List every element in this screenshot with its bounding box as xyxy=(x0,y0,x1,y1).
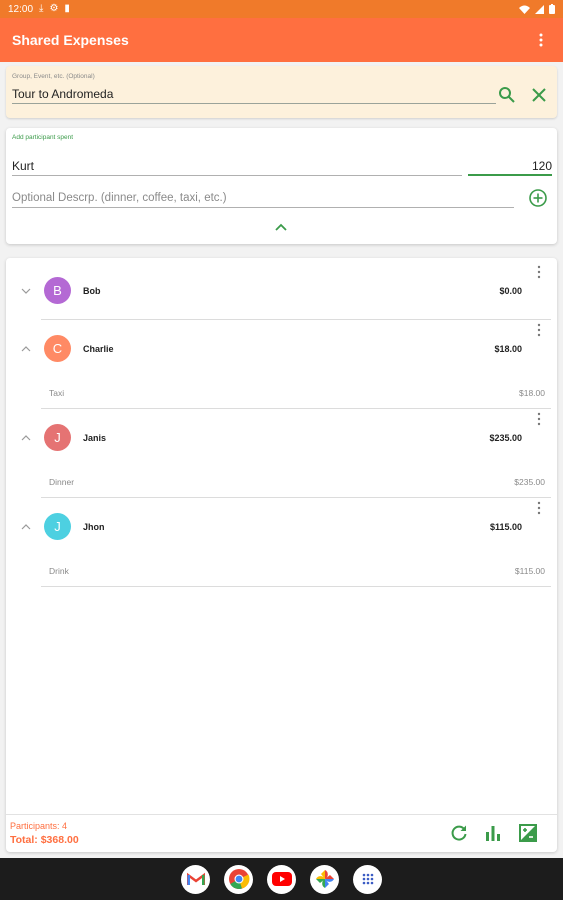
participant-amount: $235.00 xyxy=(489,433,522,443)
gmail-icon[interactable] xyxy=(181,864,210,894)
add-circle-icon[interactable] xyxy=(528,188,548,208)
photos-icon[interactable] xyxy=(310,864,339,894)
avatar: C xyxy=(44,335,71,362)
battery-icon xyxy=(549,4,555,14)
avatar: J xyxy=(44,513,71,540)
close-icon[interactable] xyxy=(530,86,548,104)
amount-input[interactable]: 120 xyxy=(468,156,552,176)
expense-amount: $18.00 xyxy=(519,388,545,398)
participants-count: Participants: 4 xyxy=(10,821,68,831)
participant-amount: $115.00 xyxy=(489,522,522,532)
chevron-up-icon[interactable] xyxy=(20,433,32,443)
expense-amount: $115.00 xyxy=(514,566,545,576)
add-participant-label: Add participant spent xyxy=(12,134,74,141)
participants-list: B Bob $0.00 C Charlie $18.00 Taxi $18.00… xyxy=(6,258,557,852)
participant-name: Janis xyxy=(83,433,107,443)
expense-label: Dinner xyxy=(49,477,75,487)
app-drawer-icon[interactable] xyxy=(353,864,382,894)
chevron-down-icon[interactable] xyxy=(20,286,32,296)
participant-name: Bob xyxy=(83,286,101,296)
more-vert-icon[interactable] xyxy=(531,28,551,52)
image-aspect-icon[interactable] xyxy=(518,823,538,843)
participant-amount: $18.00 xyxy=(494,344,522,354)
participant-row[interactable]: J Janis $235.00 Dinner $235.00 xyxy=(6,409,557,498)
add-participant-card: Add participant spent Kurt 120 Optional … xyxy=(6,128,557,244)
expense-label: Taxi xyxy=(49,388,65,398)
status-bar: 12:00 ⤓ ⚙ ▮ xyxy=(0,0,563,18)
wifi-icon xyxy=(519,5,530,14)
chrome-icon[interactable] xyxy=(224,864,253,894)
search-icon[interactable] xyxy=(498,86,516,104)
participant-row[interactable]: J Jhon $115.00 Drink $115.00 xyxy=(6,498,557,587)
more-vert-icon[interactable] xyxy=(533,265,545,279)
gear-icon: ⚙ xyxy=(49,3,59,14)
participant-amount: $0.00 xyxy=(499,286,522,296)
participant-row[interactable]: C Charlie $18.00 Taxi $18.00 xyxy=(6,320,557,409)
signal-icon xyxy=(535,4,544,14)
participant-name-input[interactable]: Kurt xyxy=(12,156,462,176)
summary-footer: Participants: 4 Total: $368.00 xyxy=(6,814,557,852)
expense-label: Drink xyxy=(49,566,69,576)
participant-name: Jhon xyxy=(83,522,105,532)
bar-chart-icon[interactable] xyxy=(483,823,503,843)
more-vert-icon[interactable] xyxy=(533,501,545,515)
participant-row[interactable]: B Bob $0.00 xyxy=(6,258,557,320)
app-bar: Shared Expenses xyxy=(0,18,563,62)
divider xyxy=(41,586,551,587)
group-field-label: Group, Event, etc. (Optional) xyxy=(12,73,95,80)
description-input[interactable]: Optional Descrp. (dinner, coffee, taxi, … xyxy=(12,188,514,208)
more-vert-icon[interactable] xyxy=(533,323,545,337)
youtube-icon[interactable] xyxy=(267,864,296,894)
status-time: 12:00 xyxy=(8,3,34,15)
download-icon: ⤓ xyxy=(39,3,44,14)
app-title: Shared Expenses xyxy=(12,32,129,48)
expense-amount: $235.00 xyxy=(514,477,545,487)
chevron-up-icon[interactable] xyxy=(273,220,289,234)
nav-dock xyxy=(0,858,563,900)
more-vert-icon[interactable] xyxy=(533,412,545,426)
group-card: Group, Event, etc. (Optional) Tour to An… xyxy=(6,66,557,118)
participant-name: Charlie xyxy=(83,344,114,354)
chevron-up-icon[interactable] xyxy=(20,344,32,354)
sim-icon: ▮ xyxy=(64,3,70,14)
avatar: B xyxy=(44,277,71,304)
group-input[interactable]: Tour to Andromeda xyxy=(12,84,496,104)
refresh-icon[interactable] xyxy=(449,823,469,843)
total-amount: Total: $368.00 xyxy=(10,834,79,846)
chevron-up-icon[interactable] xyxy=(20,522,32,532)
avatar: J xyxy=(44,424,71,451)
